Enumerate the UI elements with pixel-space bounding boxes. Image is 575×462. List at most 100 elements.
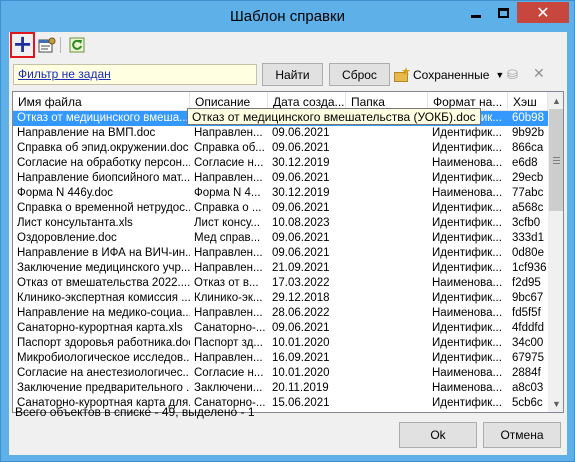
- refresh-icon: [69, 37, 85, 53]
- cell-folder: [346, 141, 428, 156]
- cell-folder: [346, 186, 428, 201]
- table-row[interactable]: Направление биопсийного мат... Направлен.…: [13, 171, 548, 186]
- minimize-button[interactable]: [463, 2, 489, 23]
- cell-created-date: 21.09.2021: [272, 262, 330, 274]
- filter-bar: Фильтр не задан Найти Сброс ★ Сохраненны…: [9, 63, 567, 87]
- cell-file-name: Санаторно-курортная карта.xls: [17, 322, 183, 334]
- cell-folder: [346, 261, 428, 276]
- cell-file-name: Клинико-экспертная комиссия ...: [17, 292, 190, 304]
- find-button[interactable]: Найти: [262, 63, 323, 86]
- cell-hash: 29ecb: [512, 172, 544, 184]
- table-row[interactable]: Санаторно-курортная карта.xls Санаторно-.…: [13, 321, 548, 336]
- scrollbar-thumb[interactable]: [549, 109, 563, 211]
- cell-hash: e6d8: [512, 157, 538, 169]
- cell-format: Наименова...: [432, 157, 503, 169]
- title-bar[interactable]: Шаблон справки ✕: [1, 1, 574, 32]
- plus-icon: +: [12, 30, 33, 58]
- table-row[interactable]: Согласие на анестезиологичес... Согласие …: [13, 366, 548, 381]
- properties-button[interactable]: [36, 34, 58, 56]
- cell-created-date: 10.01.2020: [272, 367, 330, 379]
- table-row[interactable]: Клинико-экспертная комиссия ... Клинико-э…: [13, 291, 548, 306]
- properties-icon: [38, 37, 56, 53]
- cancel-button[interactable]: Отмена: [483, 422, 561, 448]
- cell-hash: fd5f5f: [512, 307, 541, 319]
- ok-button[interactable]: Ok: [399, 422, 477, 448]
- maximize-icon: [497, 7, 509, 18]
- saved-folder-icon: ★: [394, 66, 411, 82]
- table-row[interactable]: Справка об эпид.окружении.doc Справка об.…: [13, 141, 548, 156]
- cell-created-date: 09.06.2021: [272, 322, 330, 334]
- column-header-hash[interactable]: Хэш: [508, 92, 548, 111]
- cell-folder: [346, 291, 428, 306]
- add-button[interactable]: +: [10, 32, 35, 58]
- cell-hash: a568c: [512, 202, 544, 214]
- cell-created-date: 10.01.2020: [272, 337, 330, 349]
- table-body: Отказ от медицинского вмеша...Отказ от м…: [13, 111, 548, 411]
- cell-hash: 4fddfd: [512, 322, 544, 334]
- dialog-client-area: + Фильтр не задан Найти Сброс ★ Сохранен…: [9, 32, 567, 455]
- table-row[interactable]: Направление на ВМП.doc Направлен... 09.06.…: [13, 126, 548, 141]
- table-row[interactable]: Согласие на обработку персон... Согласие …: [13, 156, 548, 171]
- cell-folder: [346, 246, 428, 261]
- cell-file-name: Направление в ИФА на ВИЧ-ин...: [17, 247, 190, 259]
- clear-filter-icon[interactable]: ✕: [533, 65, 545, 82]
- cell-format: Наименова...: [432, 307, 503, 319]
- cell-format: Идентифик...: [432, 262, 502, 274]
- cell-file-name: Согласие на обработку персон...: [17, 157, 190, 169]
- scroll-up-icon[interactable]: ▲: [548, 92, 563, 109]
- table-row[interactable]: Направление в ИФА на ВИЧ-ин... Направлен.…: [13, 246, 548, 261]
- cell-description: Отказ от в...: [194, 277, 259, 289]
- files-table: Имя файла Описание Дата созда... Папка Форма…: [12, 91, 564, 413]
- cell-folder: [346, 321, 428, 336]
- cell-format: Идентифик...: [432, 172, 502, 184]
- cell-created-date: 15.06.2021: [272, 397, 330, 409]
- cell-format: Идентифик...: [432, 352, 502, 364]
- cell-folder: [346, 216, 428, 231]
- reset-button[interactable]: Сброс: [329, 63, 390, 86]
- saved-filters-dropdown[interactable]: ★ Сохраненные ▼: [394, 66, 504, 84]
- table-row[interactable]: Лист консультанта.xls Лист консу... 10.08.…: [13, 216, 548, 231]
- cell-description: Направлен...: [194, 307, 263, 319]
- maximize-button[interactable]: [490, 2, 516, 23]
- cell-format: Идентифик...: [432, 337, 502, 349]
- cell-created-date: 16.09.2021: [272, 352, 330, 364]
- close-icon: ✕: [536, 3, 550, 22]
- table-row[interactable]: Оздоровление.doc Мед справ... 09.06.2021 Ид…: [13, 231, 548, 246]
- table-row[interactable]: Микробиологическое исследов... Направлен.…: [13, 351, 548, 366]
- cell-created-date: 17.03.2022: [272, 277, 330, 289]
- cell-file-name: Отказ от медицинского вмеша...: [17, 112, 189, 124]
- cell-created-date: 09.06.2021: [272, 142, 330, 154]
- table-row[interactable]: Справка о временной нетрудос... Справка о…: [13, 201, 548, 216]
- table-row[interactable]: Направление на медико-социа... Направлен.…: [13, 306, 548, 321]
- cell-created-date: 30.12.2019: [272, 157, 330, 169]
- cell-hash: 77abc: [512, 187, 544, 199]
- table-row[interactable]: Форма N 446у.doc Форма N 4... 30.12.2019 На…: [13, 186, 548, 201]
- cell-description: Клинико-эк...: [194, 292, 263, 304]
- vertical-scrollbar[interactable]: ▲ ▼: [548, 92, 563, 412]
- cell-description: Мед справ...: [194, 232, 261, 244]
- cell-file-name: Микробиологическое исследов...: [17, 352, 190, 364]
- refresh-button[interactable]: [66, 34, 88, 56]
- cell-folder: [346, 396, 428, 411]
- status-text: Всего объектов в списке - 49, выделено -…: [15, 405, 255, 419]
- table-row[interactable]: Отказ от вмешательства 2022.... Отказ от …: [13, 276, 548, 291]
- column-header-file-name[interactable]: Имя файла: [13, 92, 190, 111]
- table-row[interactable]: Заключение медицинского учр... Направлен.…: [13, 261, 548, 276]
- close-button[interactable]: ✕: [517, 2, 569, 23]
- cell-description: Заключени...: [194, 382, 263, 394]
- cell-description: Лист консу...: [194, 217, 261, 229]
- cell-description: Согласие н...: [194, 367, 264, 379]
- cell-format: Идентифик...: [432, 202, 502, 214]
- toolbar-separator: [60, 37, 61, 53]
- filter-save-icon[interactable]: ⛁: [507, 67, 518, 83]
- cell-created-date: 09.06.2021: [272, 247, 330, 259]
- cell-description: Паспорт зд...: [194, 337, 263, 349]
- cell-hash: 34c00: [512, 337, 544, 349]
- cell-hash: 5cb6c: [512, 397, 543, 409]
- scroll-down-icon[interactable]: ▼: [548, 395, 563, 412]
- cell-file-name: Справка о временной нетрудос...: [17, 202, 190, 214]
- table-row[interactable]: Паспорт здоровья работника.doc Паспорт зд…: [13, 336, 548, 351]
- filter-link[interactable]: Фильтр не задан: [13, 64, 257, 85]
- cell-hash: f2d95: [512, 277, 541, 289]
- table-row[interactable]: Заключение предварительного ... Заключени…: [13, 381, 548, 396]
